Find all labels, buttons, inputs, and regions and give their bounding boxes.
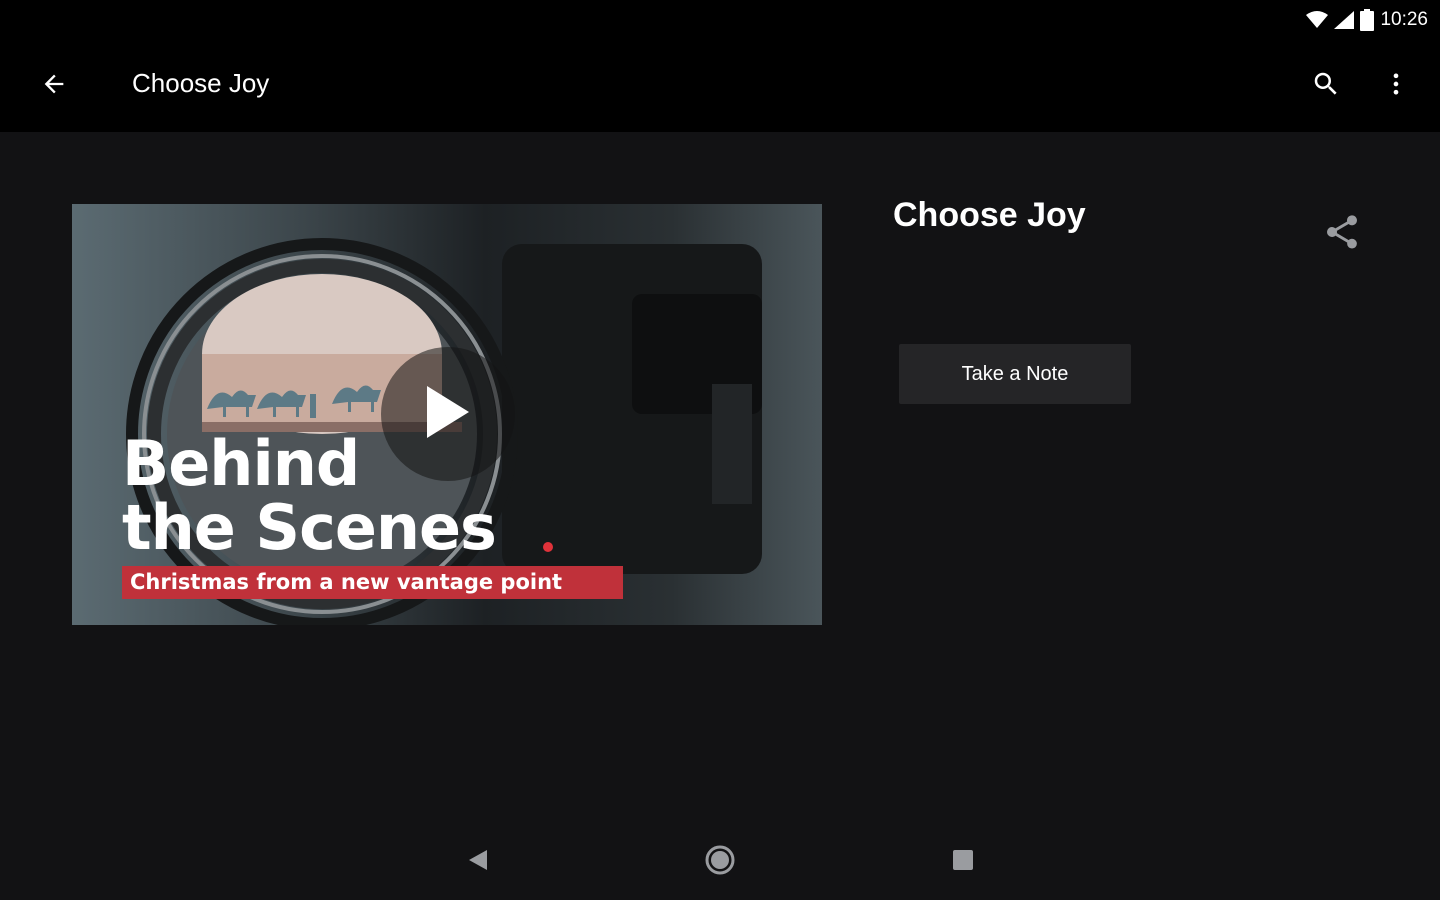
media-detail: Behind the Scenes Christmas from a new v…: [0, 132, 1440, 820]
battery-icon: [1360, 9, 1375, 31]
app-bar-title: Choose Joy: [132, 68, 270, 98]
nav-recents-button[interactable]: [941, 840, 985, 884]
video-thumbnail[interactable]: Behind the Scenes Christmas from a new v…: [72, 204, 822, 625]
app-bar: Choose Joy: [0, 40, 1440, 132]
search-icon: [1311, 69, 1341, 104]
share-icon: [1322, 212, 1362, 257]
search-button[interactable]: [1302, 62, 1350, 110]
nav-home-button[interactable]: [698, 840, 742, 884]
more-options-button[interactable]: [1372, 62, 1420, 110]
thumbnail-subtitle: Christmas from a new vantage point: [122, 566, 623, 599]
media-title: Choose Joy: [893, 196, 1086, 234]
status-time: 10:26: [1380, 9, 1428, 30]
back-arrow-icon: [40, 70, 68, 103]
system-nav-bar: [0, 820, 1440, 900]
thumbnail-title: Behind the Scenes: [122, 427, 497, 564]
nav-home-icon: [705, 845, 735, 880]
nav-recents-icon: [953, 849, 973, 875]
status-bar: 10:26: [0, 0, 1440, 40]
nav-back-icon: [467, 848, 489, 877]
back-button[interactable]: [30, 62, 78, 110]
wifi-icon: [1306, 11, 1329, 29]
share-button[interactable]: [1314, 206, 1370, 262]
signal-icon: [1334, 11, 1355, 29]
thumbnail-accent-dot: [543, 542, 553, 552]
more-vert-icon: [1382, 70, 1410, 103]
nav-back-button[interactable]: [456, 840, 500, 884]
take-note-button[interactable]: Take a Note: [899, 344, 1131, 404]
